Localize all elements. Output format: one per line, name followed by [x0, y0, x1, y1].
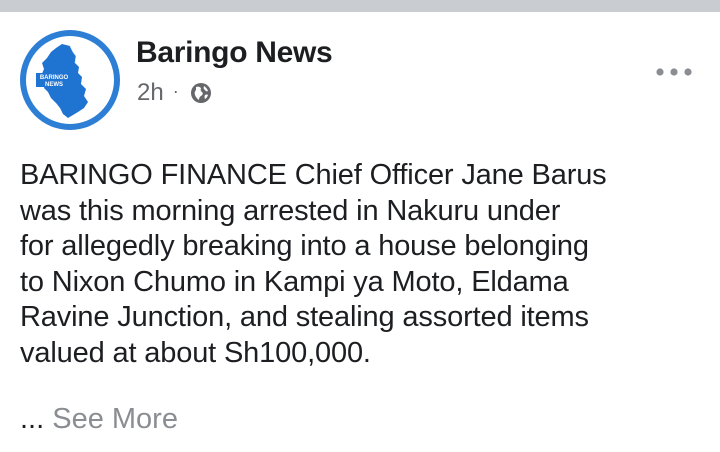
post-text-line: Ravine Junction, and stealing assorted i… [20, 301, 589, 333]
post-text-line: for allegedly breaking into a house belo… [20, 230, 589, 262]
post-text-line: was this morning arrested in Nakuru unde… [20, 194, 561, 227]
baringo-map-icon: BARINGO NEWS [36, 44, 88, 118]
avatar-logo: BARINGO NEWS [26, 36, 114, 124]
globe-icon [190, 82, 212, 104]
post-card: BARINGO NEWS Baringo News 2h · BARINGO F… [0, 12, 720, 452]
post-text-line: to Nixon Chumo in Kampi ya Moto, Eldama [20, 265, 569, 298]
logo-text-line1: BARINGO [40, 75, 69, 81]
post-body-text: BARINGO FINANCE Chief Officer Jane Barus… [20, 158, 712, 371]
ellipsis: ... [20, 403, 45, 435]
see-more-row: ... See More [20, 402, 178, 438]
page-name-link[interactable]: Baringo News [136, 36, 333, 70]
logo-text-line2: NEWS [45, 82, 63, 88]
more-options-button[interactable] [650, 58, 698, 86]
post-text-line: valued at about Sh100,000. [20, 336, 371, 369]
post-meta: 2h · [137, 78, 212, 108]
more-horizontal-icon [656, 68, 692, 76]
page-avatar[interactable]: BARINGO NEWS [20, 30, 120, 130]
see-more-link[interactable]: See More [52, 403, 178, 435]
meta-separator: · [172, 81, 179, 101]
post-timestamp[interactable]: 2h [137, 79, 164, 107]
post-text-line: BARINGO FINANCE Chief Officer Jane Barus [20, 159, 607, 191]
